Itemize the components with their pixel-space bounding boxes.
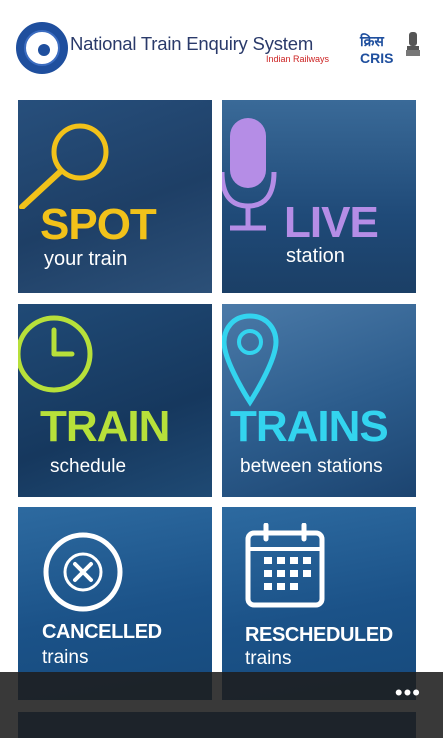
location-pin-icon xyxy=(222,313,279,407)
national-emblem-icon xyxy=(406,32,420,56)
more-options-button[interactable]: ••• xyxy=(395,680,421,706)
cancel-circle-icon xyxy=(43,532,123,612)
app-bar: ••• xyxy=(0,672,443,738)
rescheduled-title: RESCHEDULED xyxy=(245,624,393,646)
app-subtitle: Indian Railways xyxy=(266,54,330,64)
magnifier-icon xyxy=(19,123,109,209)
trains-subtitle: between stations xyxy=(240,456,383,477)
train-title: TRAIN xyxy=(40,402,170,451)
app-header: National Train Enquiry System Indian Rai… xyxy=(0,0,443,96)
spot-title: SPOT xyxy=(40,200,157,249)
train-subtitle: schedule xyxy=(50,456,127,477)
calendar-icon xyxy=(245,523,325,608)
live-subtitle: station xyxy=(286,245,345,267)
trains-between-stations-tile[interactable]: TRAINS between stations xyxy=(222,304,416,497)
app-title: National Train Enquiry System xyxy=(70,33,314,54)
trains-title: TRAINS xyxy=(230,402,389,451)
cancelled-title: CANCELLED xyxy=(42,621,162,643)
clock-icon xyxy=(18,315,93,393)
train-schedule-tile[interactable]: TRAIN schedule xyxy=(18,304,212,497)
rescheduled-subtitle: trains xyxy=(245,648,292,669)
live-station-tile[interactable]: LIVE station xyxy=(222,100,416,293)
spot-subtitle: your train xyxy=(44,248,128,270)
cris-hindi-label: क्रिस xyxy=(360,33,384,49)
spot-your-train-tile[interactable]: SPOT your train xyxy=(18,100,212,293)
live-title: LIVE xyxy=(284,198,379,247)
cancelled-subtitle: trains xyxy=(42,647,89,668)
microphone-icon xyxy=(222,118,277,231)
indian-railways-logo-icon xyxy=(16,22,68,74)
cris-label: CRIS xyxy=(360,50,394,66)
